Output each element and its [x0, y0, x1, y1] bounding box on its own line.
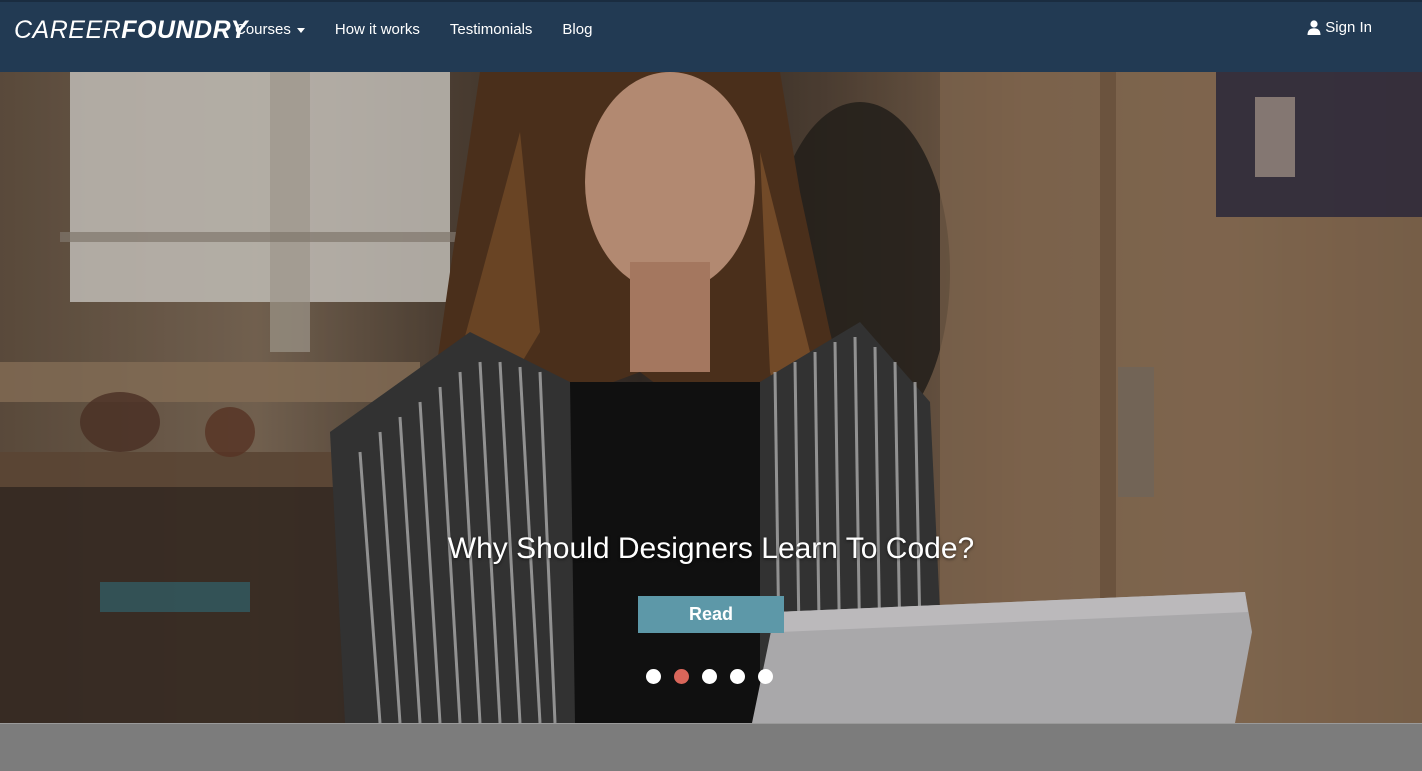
sign-in-label: Sign In	[1325, 19, 1372, 36]
carousel-indicators	[646, 669, 773, 684]
hero-carousel: Why Should Designers Learn To Code? Read	[0, 72, 1422, 723]
nav-item-testimonials[interactable]: Testimonials	[450, 19, 533, 39]
carousel-dot-5[interactable]	[758, 669, 773, 684]
logo-text-light: CAREER	[14, 16, 122, 44]
nav-item-how-it-works-label: How it works	[334, 20, 420, 38]
nav-item-blog-label: Blog	[562, 20, 593, 38]
navbar: CAREERFOUNDRY Courses How it works Testi…	[0, 0, 1422, 72]
sign-in-link[interactable]: Sign In	[1307, 19, 1372, 36]
carousel-dot-3[interactable]	[702, 669, 717, 684]
below-fold-section	[0, 723, 1422, 771]
carousel-dot-1[interactable]	[646, 669, 661, 684]
careerfoundry-logo[interactable]: CAREERFOUNDRY	[14, 16, 248, 46]
logo-text-bold: FOUNDRY	[121, 16, 248, 44]
carousel-dot-4[interactable]	[730, 669, 745, 684]
caret-down-icon	[296, 27, 305, 33]
nav-item-testimonials-label: Testimonials	[449, 20, 533, 38]
nav-item-how-it-works[interactable]: How it works	[335, 19, 420, 39]
nav-item-blog[interactable]: Blog	[562, 19, 592, 39]
main-nav: Courses How it works Testimonials Blog	[235, 19, 622, 39]
carousel-dot-2[interactable]	[674, 669, 689, 684]
read-button[interactable]: Read	[638, 596, 784, 633]
user-icon	[1307, 20, 1321, 35]
nav-item-courses-label: Courses	[235, 20, 291, 38]
nav-item-courses[interactable]: Courses	[235, 19, 305, 39]
hero-title: Why Should Designers Learn To Code?	[447, 532, 975, 565]
